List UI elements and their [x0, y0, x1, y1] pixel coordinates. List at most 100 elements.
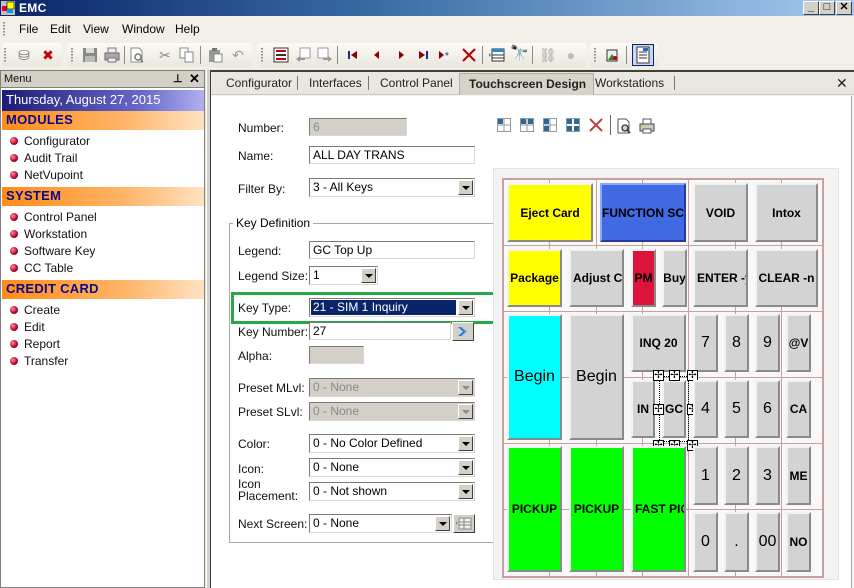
delete-icon[interactable]: [589, 118, 603, 132]
touch-key[interactable]: Buy: [662, 249, 687, 307]
touch-key[interactable]: PICKUP: [507, 446, 562, 572]
properties-icon[interactable]: [632, 44, 654, 66]
nav-item-netvupoint[interactable]: NetVupoint: [1, 167, 201, 184]
close-icon[interactable]: ✕: [189, 71, 200, 87]
nav-item-workstation[interactable]: Workstation: [1, 226, 201, 243]
nav-item-audit-trail[interactable]: Audit Trail: [1, 150, 201, 167]
paste-icon[interactable]: [207, 47, 223, 63]
touch-key[interactable]: FUNCTION SC: [600, 183, 686, 242]
chevron-down-icon[interactable]: [458, 436, 473, 451]
minimize-button[interactable]: _: [803, 1, 819, 15]
chevron-down-icon[interactable]: [458, 380, 473, 395]
toolbar-grip[interactable]: [261, 48, 263, 62]
close-window-button[interactable]: ✕: [836, 1, 852, 15]
layout-top-icon[interactable]: [520, 118, 534, 132]
print-preview-icon[interactable]: [129, 47, 145, 63]
touch-key[interactable]: VOID: [693, 183, 748, 242]
touch-key[interactable]: 8: [724, 314, 749, 372]
delete-database-icon[interactable]: ✖: [40, 47, 56, 63]
nav-item-edit[interactable]: Edit: [1, 319, 201, 336]
preset-mlvl-select[interactable]: 0 - None: [309, 378, 475, 397]
tab-workstations[interactable]: Workstations: [595, 76, 664, 90]
touch-key[interactable]: 9: [755, 314, 780, 372]
delete-record-icon[interactable]: [461, 47, 477, 63]
touch-key[interactable]: PICKUP: [569, 446, 624, 572]
previous-record-icon[interactable]: [369, 47, 385, 63]
new-record-icon[interactable]: *: [437, 47, 453, 63]
menu-window[interactable]: Window: [122, 22, 165, 36]
tools-icon[interactable]: [604, 47, 620, 63]
menu-help[interactable]: Help: [175, 22, 200, 36]
undo-icon[interactable]: ↶: [230, 47, 246, 63]
touch-key[interactable]: Eject Card: [507, 183, 593, 242]
touch-key[interactable]: NO: [786, 512, 811, 572]
copy-icon[interactable]: [179, 47, 195, 63]
first-record-icon[interactable]: [345, 47, 361, 63]
chevron-down-icon[interactable]: [458, 404, 473, 419]
record-list-icon[interactable]: [273, 47, 289, 63]
tab-interfaces[interactable]: Interfaces: [309, 76, 362, 90]
next-screen-browse-button[interactable]: [453, 514, 475, 533]
next-screen-select[interactable]: 0 - None: [309, 514, 452, 533]
touch-key[interactable]: 1: [693, 446, 718, 505]
nav-item-control-panel[interactable]: Control Panel: [1, 209, 201, 226]
touch-key[interactable]: CA: [786, 380, 811, 438]
touch-key[interactable]: FAST PIC: [631, 446, 686, 572]
print-icon[interactable]: [104, 47, 120, 63]
touch-key[interactable]: ME: [786, 446, 811, 505]
touch-key[interactable]: Begin: [569, 314, 624, 440]
touch-key[interactable]: 00: [755, 512, 780, 572]
link-icon[interactable]: ⛓: [539, 47, 557, 63]
find-icon[interactable]: 🔭: [510, 46, 529, 62]
toolbar-grip[interactable]: [71, 48, 73, 62]
touch-key[interactable]: Intox: [755, 183, 818, 242]
touch-key[interactable]: 5: [724, 380, 749, 438]
name-field[interactable]: ALL DAY TRANS: [309, 146, 475, 164]
database-icon[interactable]: ⛁: [16, 47, 32, 63]
nav-item-software-key[interactable]: Software Key: [1, 243, 201, 260]
print-icon[interactable]: [639, 118, 655, 134]
export-icon[interactable]: [317, 47, 333, 63]
alpha-field[interactable]: [309, 346, 364, 364]
menu-file[interactable]: File: [19, 22, 38, 36]
legend-field[interactable]: GC Top Up: [309, 241, 475, 259]
touch-key[interactable]: CLEAR -n: [755, 249, 818, 307]
import-icon[interactable]: [295, 47, 311, 63]
legend-size-select[interactable]: 1: [309, 266, 378, 285]
touch-key[interactable]: 6: [755, 380, 780, 438]
preset-slvl-select[interactable]: 0 - None: [309, 402, 475, 421]
menu-edit[interactable]: Edit: [50, 22, 71, 36]
tab-control-panel[interactable]: Control Panel: [380, 76, 453, 90]
chevron-down-icon[interactable]: [458, 180, 473, 195]
touch-key[interactable]: 7: [693, 314, 718, 372]
nav-item-transfer[interactable]: Transfer: [1, 353, 201, 370]
next-record-icon[interactable]: [393, 47, 409, 63]
key-number-lookup-button[interactable]: [452, 322, 474, 341]
touch-key[interactable]: PM: [631, 249, 656, 307]
grid-view-icon[interactable]: [489, 47, 505, 63]
touch-key[interactable]: ENTER -y: [693, 249, 748, 307]
resize-handle-icon[interactable]: ✢: [669, 370, 680, 381]
nav-item-report[interactable]: Report: [1, 336, 201, 353]
resize-handle-icon[interactable]: ✢: [653, 370, 664, 381]
print-preview-icon[interactable]: [616, 118, 632, 134]
filter-by-select[interactable]: 3 - All Keys: [309, 178, 475, 197]
menu-grip[interactable]: [3, 22, 5, 36]
number-field[interactable]: 6: [309, 118, 407, 136]
tab-touchscreen-design[interactable]: Touchscreen Design: [459, 73, 595, 95]
toolbar-grip[interactable]: [594, 48, 596, 62]
touch-key[interactable]: 2: [724, 446, 749, 505]
touch-key[interactable]: 4: [693, 380, 718, 438]
icon-select[interactable]: 0 - None: [309, 458, 475, 477]
touch-key[interactable]: 0: [693, 512, 718, 572]
chevron-down-icon[interactable]: [361, 268, 376, 283]
icon-placement-select[interactable]: 0 - Not shown: [309, 482, 475, 501]
touch-key[interactable]: IN: [631, 380, 655, 438]
layout-top-left-icon[interactable]: [497, 118, 511, 132]
menu-view[interactable]: View: [83, 22, 109, 36]
nav-item-cc-table[interactable]: CC Table: [1, 260, 201, 277]
nav-item-configurator[interactable]: Configurator: [1, 133, 201, 150]
tab-configurator[interactable]: Configurator: [226, 76, 292, 90]
toolbar-grip[interactable]: [4, 48, 6, 62]
pin-icon[interactable]: ⊥: [173, 72, 183, 85]
